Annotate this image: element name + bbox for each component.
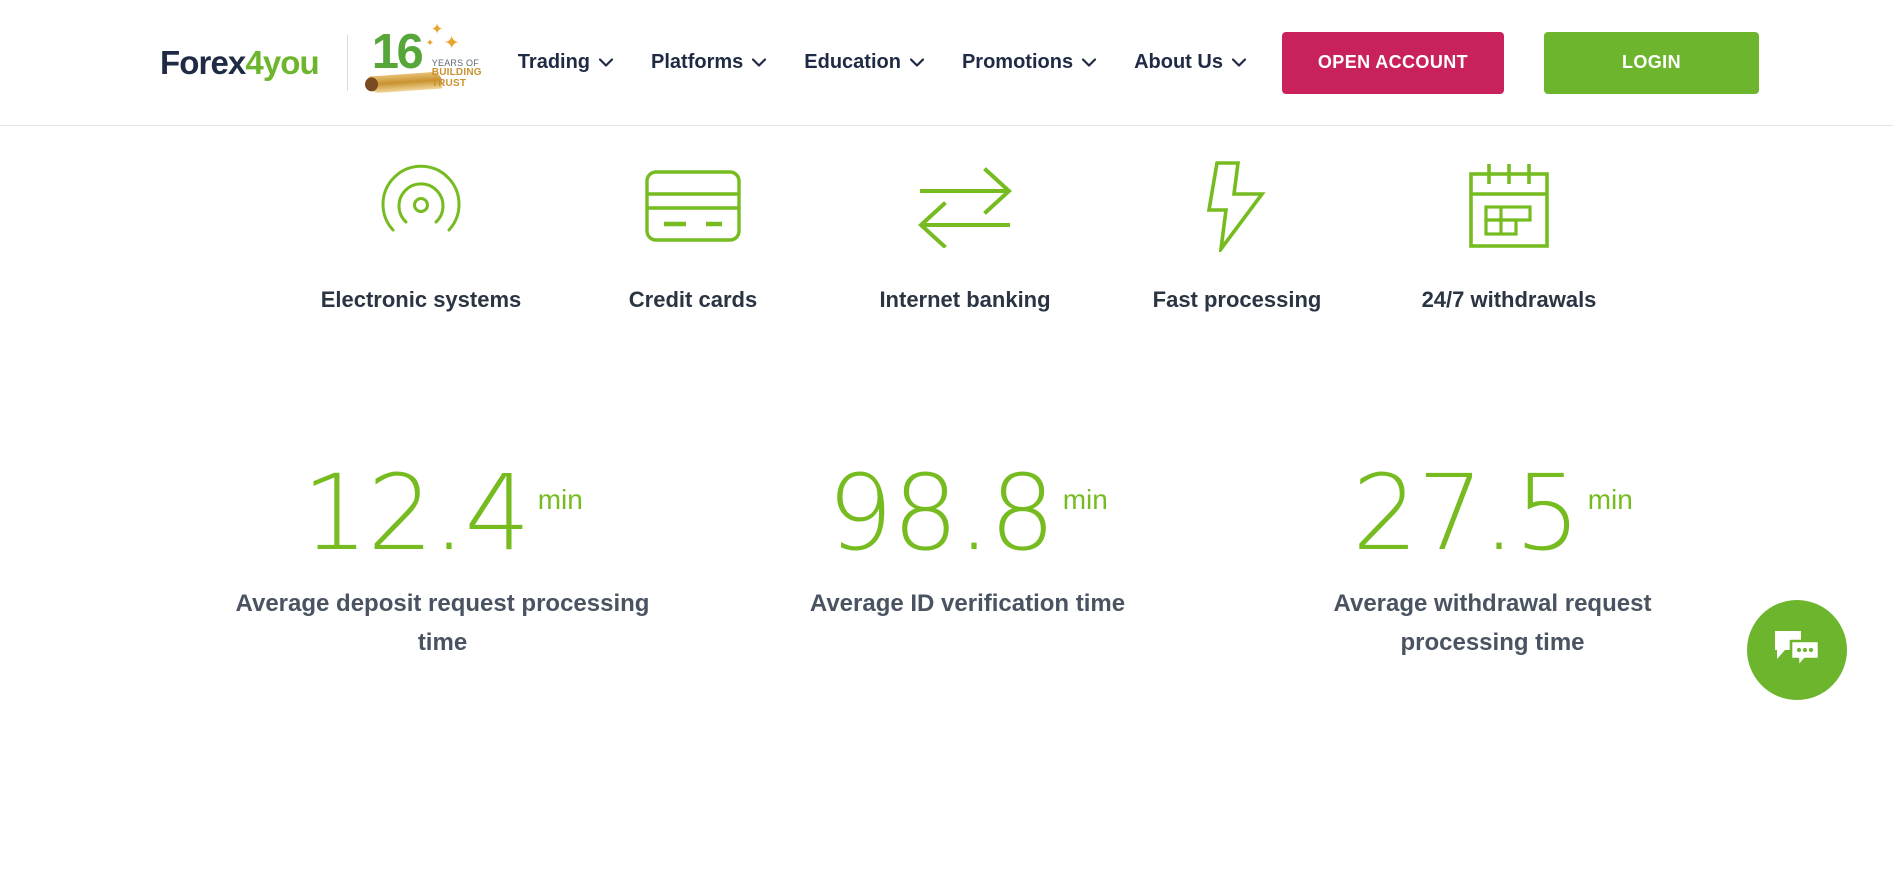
feature-credit-cards[interactable]: Credit cards: [557, 160, 829, 316]
nav-label-education: Education: [804, 51, 901, 73]
feature-icon-wrap: [379, 160, 463, 252]
nav-item-platforms[interactable]: Platforms: [651, 51, 767, 74]
anniversary-number: 16: [371, 24, 424, 79]
credit-card-icon: [645, 170, 741, 242]
stat-unit: min: [1587, 483, 1633, 515]
stat-label: Average withdrawal request processing ti…: [1333, 589, 1652, 656]
feature-electronic-systems[interactable]: Electronic systems: [285, 160, 557, 316]
chevron-down-icon: [599, 58, 614, 67]
feature-icon-wrap: [914, 160, 1016, 252]
stat-label: Average deposit request processing time: [235, 589, 650, 656]
chevron-down-icon: [1231, 58, 1246, 67]
logo-text-dark: Forex: [160, 44, 246, 81]
forex4you-logo[interactable]: Forex4you: [160, 44, 320, 81]
lightning-bolt-icon: [1206, 161, 1266, 252]
header-divider: [346, 34, 348, 91]
nav-item-promotions[interactable]: Promotions: [961, 51, 1097, 74]
payment-features-row: Electronic systems Credit cards Internet…: [0, 160, 1893, 316]
nav-label-trading: Trading: [517, 51, 591, 73]
stat-average-id-verification: 98.8 min Average ID verification time: [705, 451, 1230, 663]
radar-signal-icon: [381, 164, 461, 232]
nav-item-about-us[interactable]: About Us: [1134, 51, 1246, 74]
anniversary-badge: 16 ✦ ✦ ✦ YEARS OF BUILDING TRUST: [368, 22, 482, 100]
header-actions: OPEN ACCOUNT LOGIN: [1281, 31, 1759, 94]
statistics-row: 12.4 min Average deposit request process…: [0, 451, 1893, 663]
feature-internet-banking[interactable]: Internet banking: [829, 160, 1101, 316]
stat-average-deposit-request: 12.4 min Average deposit request process…: [180, 451, 705, 663]
stat-value: 27.5 min: [1352, 451, 1633, 574]
anniversary-line-3: TRUST: [431, 77, 467, 89]
anniversary-text: YEARS OF BUILDING TRUST: [431, 58, 482, 90]
logo-text-accent: 4you: [245, 44, 319, 81]
site-header: Forex4you 16 ✦ ✦ ✦ YEARS OF BUILDING TRUST…: [0, 0, 1893, 126]
nav-label-promotions: Promotions: [961, 51, 1074, 73]
live-chat-button[interactable]: [1747, 600, 1847, 700]
feature-fast-processing[interactable]: Fast processing: [1101, 160, 1373, 316]
stat-number: 12.4: [302, 451, 531, 574]
feature-label: Internet banking: [879, 287, 1051, 312]
feature-icon-wrap: [1204, 160, 1270, 252]
feature-label: Credit cards: [628, 287, 758, 312]
stat-average-withdrawal-request: 27.5 min Average withdrawal request proc…: [1230, 451, 1755, 663]
stat-number: 27.5: [1352, 451, 1581, 574]
feature-24-7-withdrawals[interactable]: 24/7 withdrawals: [1373, 160, 1645, 316]
stat-number: 98.8: [827, 451, 1056, 574]
feature-icon-wrap: [644, 160, 742, 252]
nav-item-education[interactable]: Education: [804, 51, 924, 74]
transfer-arrows-icon: [918, 167, 1012, 248]
main-navigation: Trading Platforms Education Promotions A…: [518, 51, 1246, 74]
chevron-down-icon: [752, 58, 767, 67]
feature-icon-wrap: [1464, 160, 1554, 252]
feature-label: Electronic systems: [320, 287, 522, 312]
calendar-icon: [1469, 164, 1549, 248]
stat-unit: min: [537, 483, 583, 515]
chevron-down-icon: [909, 58, 924, 67]
brand-block: Forex4you 16 ✦ ✦ ✦ YEARS OF BUILDING TRUST: [160, 22, 482, 100]
stat-label: Average ID verification time: [809, 589, 1126, 617]
chevron-down-icon: [1082, 58, 1097, 67]
stat-value: 98.8 min: [827, 451, 1108, 574]
chat-bubbles-icon: [1775, 631, 1821, 669]
open-account-button[interactable]: OPEN ACCOUNT: [1281, 31, 1504, 94]
nav-label-about-us: About Us: [1134, 51, 1223, 73]
stat-value: 12.4 min: [302, 451, 583, 574]
feature-label: Fast processing: [1152, 287, 1322, 312]
nav-label-platforms: Platforms: [651, 51, 744, 73]
stat-unit: min: [1062, 483, 1108, 515]
feature-label: 24/7 withdrawals: [1421, 287, 1597, 312]
nav-item-trading[interactable]: Trading: [517, 51, 614, 74]
login-button[interactable]: LOGIN: [1543, 31, 1759, 94]
